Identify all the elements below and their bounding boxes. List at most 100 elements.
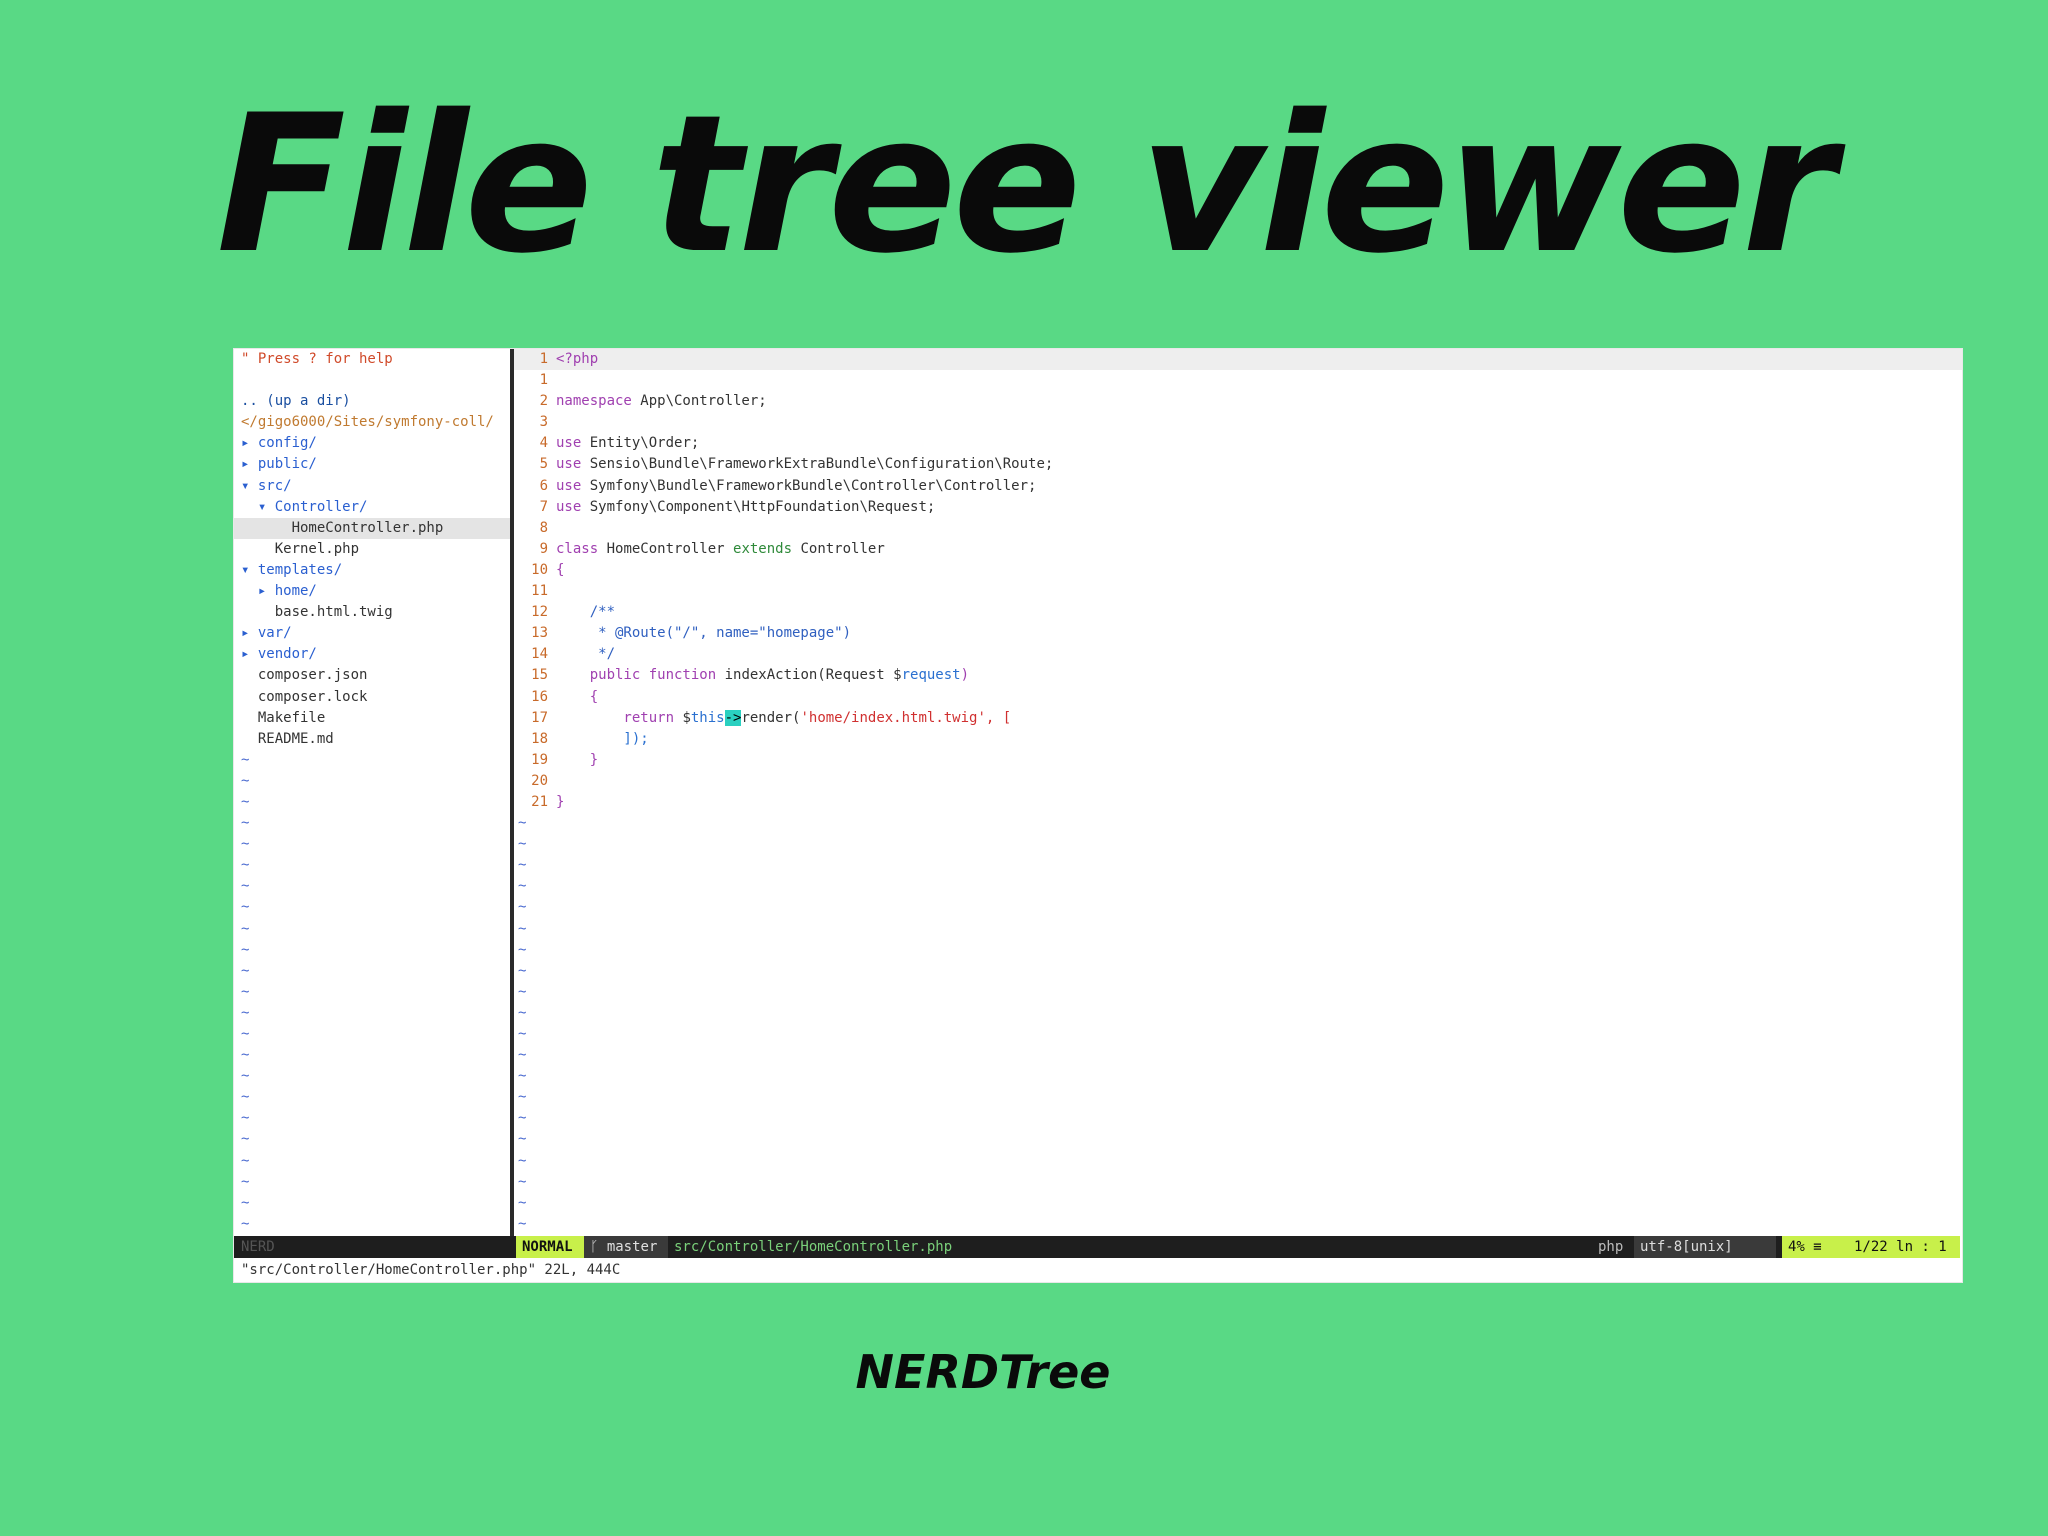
tree-dir-item[interactable]: ▾ src/: [234, 476, 510, 497]
tree-dir-item[interactable]: ▸ var/: [234, 623, 510, 644]
tree-empty-tilde: ~: [241, 815, 250, 832]
code-token: use: [556, 498, 582, 515]
tree-dir-item[interactable]: ▾ Controller/: [234, 497, 510, 518]
tree-empty-tilde: ~: [241, 899, 250, 916]
tree-empty-tilde: ~: [241, 1215, 250, 1232]
code-token: use: [556, 456, 582, 473]
tree-dir-item[interactable]: ▾ templates/: [234, 560, 510, 581]
code-token: App\Controller;: [631, 393, 767, 410]
code-line[interactable]: 21}: [514, 792, 1962, 813]
code-line[interactable]: 11: [514, 581, 1962, 602]
tree-dir-item[interactable]: ▸ home/: [234, 581, 510, 602]
line-number: 6: [539, 477, 548, 494]
code-token: $: [674, 709, 691, 726]
code-token: * @Route("/", name="homepage"): [556, 625, 852, 642]
scroll-percent: 4% ≡: [1782, 1236, 1856, 1258]
tree-empty-tilde: ~: [241, 857, 250, 874]
tree-empty-tilde: ~: [241, 836, 250, 853]
tree-file-item[interactable]: HomeController.php: [234, 517, 510, 539]
editor-empty-tilde: ~: [518, 1047, 527, 1064]
command-message: "src/Controller/HomeController.php" 22L,…: [241, 1262, 621, 1278]
tree-empty-tilde: ~: [241, 1026, 250, 1042]
editor-empty-tilde: ~: [518, 1173, 527, 1190]
code-line[interactable]: 12 /**: [514, 602, 1962, 623]
tree-empty-tilde: ~: [241, 1194, 250, 1211]
code-token: ]);: [556, 730, 649, 747]
tree-empty-tilde: ~: [241, 920, 250, 937]
code-line[interactable]: 8: [514, 518, 1962, 539]
tree-file-item[interactable]: composer.lock: [234, 687, 510, 708]
tree-root-path[interactable]: </gigo6000/Sites/symfony-coll/: [234, 412, 510, 433]
tree-dir-item[interactable]: ▸ public/: [234, 454, 510, 475]
code-line[interactable]: 4 use Entity\Order;: [514, 433, 1962, 454]
code-line[interactable]: 18 ]);: [514, 729, 1962, 750]
code-token: namespace: [556, 393, 632, 410]
filetype: php: [1598, 1239, 1624, 1255]
tree-empty-tilde: ~: [241, 1068, 250, 1085]
tree-file-item[interactable]: Kernel.php: [234, 539, 510, 560]
code-token: use: [556, 435, 582, 452]
code-line[interactable]: 19 }: [514, 750, 1962, 771]
tree-empty-tilde: ~: [241, 1173, 250, 1190]
line-number: 4: [539, 435, 548, 452]
code-line[interactable]: 6 use Symfony\Bundle\FrameworkBundle\Cont…: [514, 476, 1962, 497]
code-line[interactable]: 1: [514, 370, 1962, 391]
code-line[interactable]: 2 namespace App\Controller;: [514, 391, 1962, 412]
tree-dir-item[interactable]: ▸ config/: [234, 433, 510, 454]
code-line[interactable]: 9 class HomeController extends Controller: [514, 539, 1962, 560]
line-number: 9: [539, 540, 548, 557]
headline: File tree viewer: [216, 74, 1835, 295]
tree-empty-tilde: ~: [241, 962, 250, 979]
code-token: this: [690, 709, 725, 726]
tree-empty-tilde: ~: [241, 1089, 250, 1106]
file-encoding: utf-8[unix]: [1634, 1236, 1776, 1258]
code-line[interactable]: 14 */: [514, 644, 1962, 665]
code-line[interactable]: 13 * @Route("/", name="homepage"): [514, 623, 1962, 644]
tree-up-dir[interactable]: .. (up a dir): [234, 391, 510, 412]
line-number: 20: [531, 772, 548, 789]
editor-empty-tilde: ~: [518, 1152, 527, 1169]
code-line[interactable]: 3: [514, 412, 1962, 433]
line-number: 14: [531, 646, 548, 663]
code-token: indexAction(Request $: [716, 667, 902, 684]
tree-dir-item[interactable]: ▸ vendor/: [234, 644, 510, 665]
editor-empty-tilde: ~: [518, 1089, 527, 1106]
tree-file-item[interactable]: base.html.twig: [234, 602, 510, 623]
nerdtree-panel[interactable]: " Press ? for help .. (up a dir) </gigo600…: [234, 349, 510, 1236]
vim-window[interactable]: " Press ? for help .. (up a dir) </gigo600…: [234, 349, 1962, 1282]
code-line[interactable]: 15 public function indexAction(Request $…: [514, 665, 1962, 686]
editor-empty-tilde: ~: [518, 962, 527, 979]
tree-file-item[interactable]: composer.json: [234, 665, 510, 686]
code-line[interactable]: 20: [514, 771, 1962, 792]
tree-empty-tilde: ~: [241, 1152, 250, 1169]
code-line[interactable]: 5 use Sensio\Bundle\FrameworkExtraBundle\…: [514, 454, 1962, 475]
code-line[interactable]: 16 {: [514, 687, 1962, 708]
editor-empty-tilde: ~: [518, 983, 527, 1000]
code-editor[interactable]: 1 <?php 1 2 namespace App\Controller; 3 4 use E…: [514, 349, 1962, 1236]
line-number: 10: [531, 561, 548, 578]
mode-indicator: NORMAL: [516, 1236, 584, 1258]
file-path: src/Controller/HomeController.php: [674, 1239, 953, 1255]
line-number: 13: [531, 625, 548, 642]
code-line[interactable]: 1 <?php: [514, 349, 1962, 371]
editor-empty-tilde: ~: [518, 878, 527, 895]
code-line[interactable]: 7 use Symfony\Component\HttpFoundation\Re…: [514, 497, 1962, 518]
code-token: request: [901, 667, 961, 684]
code-token: return: [556, 709, 675, 726]
code-token: }: [556, 751, 599, 768]
editor-empty-tilde: ~: [518, 941, 527, 958]
text-cursor: ->: [724, 709, 742, 726]
tree-file-item[interactable]: README.md: [234, 729, 510, 750]
code-token: use: [556, 477, 582, 494]
tree-empty-tilde: ~: [241, 878, 250, 895]
code-token: Sensio\Bundle\FrameworkExtraBundle\Confi…: [581, 456, 1054, 473]
line-number: 17: [531, 709, 548, 726]
editor-empty-tilde: ~: [518, 899, 527, 916]
line-number: 8: [539, 519, 548, 536]
code-line[interactable]: 17 return $this->render('home/index.html…: [514, 708, 1962, 729]
tree-empty-tilde: ~: [241, 983, 250, 1000]
editor-empty-tilde: ~: [518, 920, 527, 937]
tree-file-item[interactable]: Makefile: [234, 708, 510, 729]
code-line[interactable]: 10 {: [514, 560, 1962, 581]
editor-empty-tilde: ~: [518, 857, 527, 874]
